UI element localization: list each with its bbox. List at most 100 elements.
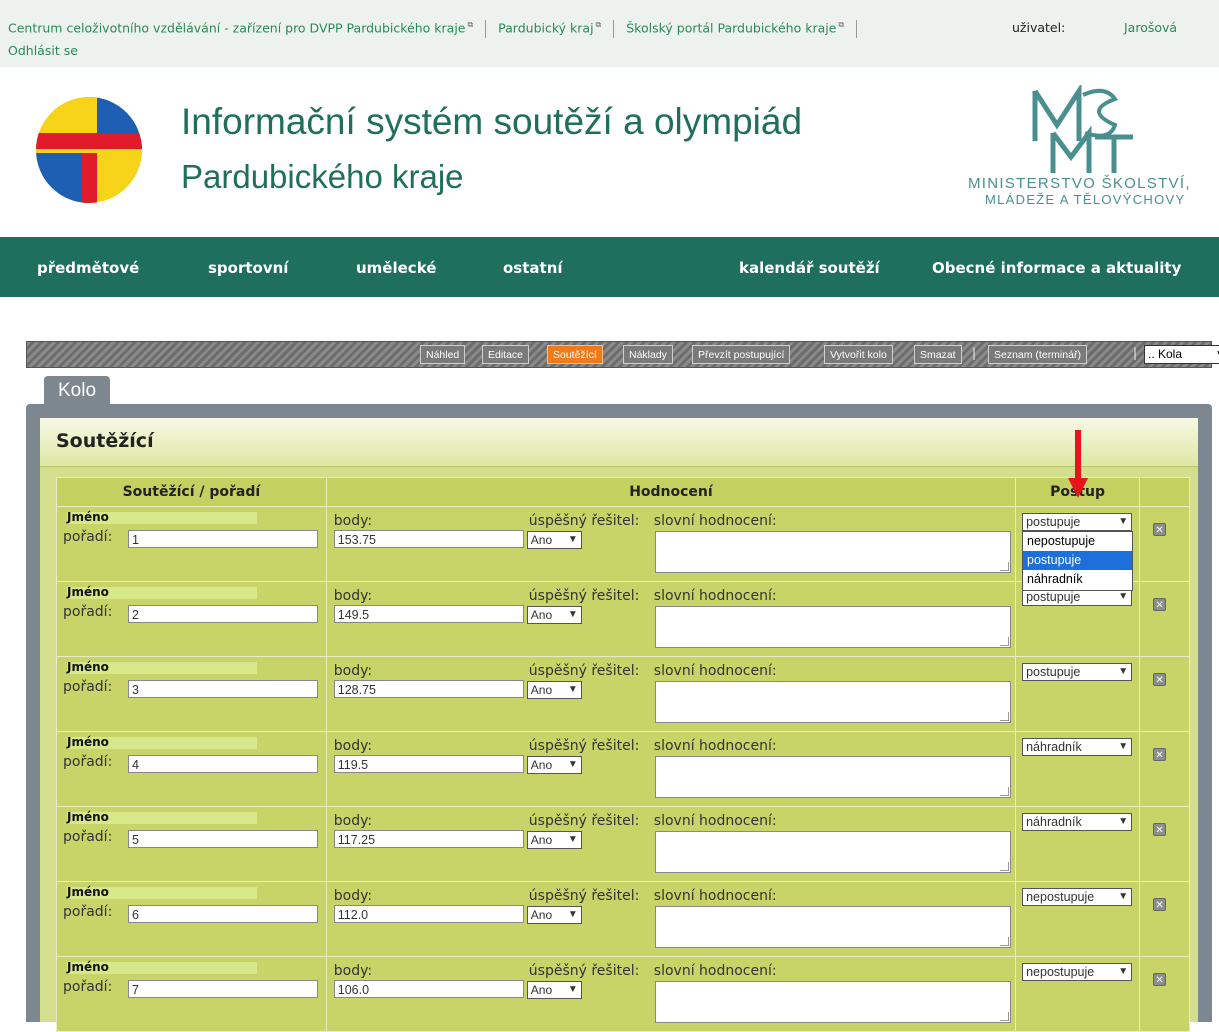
evaluation-cell: body: 106.0 úspěšný řešitel: Ano ▼ slovní… <box>325 956 1017 1032</box>
nav-item-ostatni[interactable]: ostatní <box>503 259 563 277</box>
rank-input[interactable]: 1 <box>128 530 318 548</box>
verbal-evaluation-textarea[interactable] <box>654 531 1011 573</box>
successful-solver-select[interactable]: Ano ▼ <box>526 681 582 699</box>
verbal-evaluation-textarea[interactable] <box>654 906 1011 948</box>
verbal-evaluation-label: slovní hodnocení: <box>653 738 777 754</box>
contestant-name: Jméno <box>67 960 109 974</box>
resize-grip-icon[interactable] <box>999 937 1009 946</box>
resize-grip-icon[interactable] <box>999 1012 1009 1021</box>
successful-solver-select[interactable]: Ano ▼ <box>526 756 582 774</box>
rank-input[interactable]: 5 <box>128 830 318 848</box>
advance-select[interactable]: nepostupuje ▼ <box>1022 888 1133 906</box>
link-skolsky-portal[interactable]: Školský portál Pardubického kraje <box>626 21 836 36</box>
toolbar-divider: | <box>1133 346 1138 360</box>
points-input[interactable]: 119.5 <box>333 755 524 773</box>
verbal-evaluation-textarea[interactable] <box>654 831 1011 873</box>
column-header-actions <box>1139 477 1190 507</box>
verbal-evaluation-textarea[interactable] <box>654 981 1011 1023</box>
resize-grip-icon[interactable] <box>999 787 1009 796</box>
successful-solver-select[interactable]: Ano ▼ <box>526 531 582 549</box>
rank-input[interactable]: 4 <box>128 755 318 773</box>
logout-link[interactable]: Odhlásit se <box>8 43 78 58</box>
chevron-down-icon: ▼ <box>1118 741 1129 752</box>
rank-label: pořadí: <box>63 754 113 770</box>
verbal-evaluation-textarea[interactable] <box>654 756 1011 798</box>
advance-select[interactable]: nepostupuje ▼ <box>1022 963 1133 981</box>
successful-solver-select[interactable]: Ano ▼ <box>526 981 582 999</box>
delete-row-icon[interactable]: ✕ <box>1153 523 1167 536</box>
dropdown-option-nepostupuje[interactable]: nepostupuje <box>1023 532 1132 551</box>
chevron-down-icon: ▼ <box>567 909 578 920</box>
rank-input[interactable]: 2 <box>128 605 318 623</box>
action-toolbar: Náhled Editace Soutěžící Náklady Převzít… <box>26 341 1219 368</box>
nav-item-kalendar[interactable]: kalendář soutěží <box>739 259 880 277</box>
resize-grip-icon[interactable] <box>999 562 1009 571</box>
rank-input[interactable]: 3 <box>128 680 318 698</box>
points-label: body: <box>333 663 373 679</box>
create-round-button[interactable]: Vytvořit kolo <box>824 345 893 364</box>
points-label: body: <box>333 588 373 604</box>
advance-select[interactable]: náhradník ▼ <box>1022 813 1133 831</box>
rank-input[interactable]: 7 <box>128 980 318 998</box>
resize-grip-icon[interactable] <box>999 637 1009 646</box>
delete-row-icon[interactable]: ✕ <box>1153 823 1167 836</box>
rounds-select[interactable]: .. Kola ▼ <box>1144 345 1219 364</box>
verbal-evaluation-label: slovní hodnocení: <box>653 588 777 604</box>
delete-row-icon[interactable]: ✕ <box>1153 898 1167 911</box>
points-input[interactable]: 153.75 <box>333 530 524 548</box>
successful-solver-select[interactable]: Ano ▼ <box>526 606 582 624</box>
verbal-evaluation-textarea[interactable] <box>654 681 1011 723</box>
delete-row-icon[interactable]: ✕ <box>1153 673 1167 686</box>
advance-select-value: nepostupuje <box>1026 890 1095 904</box>
rank-input[interactable]: 6 <box>128 905 318 923</box>
contestant-name: Jméno <box>67 810 109 824</box>
take-over-advancing-button[interactable]: Převzít postupující <box>692 345 791 364</box>
nav-item-umelecke[interactable]: umělecké <box>356 259 436 277</box>
tab-kolo[interactable]: Kolo <box>44 376 110 406</box>
points-input[interactable]: 128.75 <box>333 680 524 698</box>
actions-cell: ✕ <box>1139 656 1190 732</box>
delete-row-icon[interactable]: ✕ <box>1153 748 1167 761</box>
toolbar-divider: | <box>972 346 977 360</box>
points-input[interactable]: 149.5 <box>333 605 524 623</box>
successful-solver-select[interactable]: Ano ▼ <box>526 831 582 849</box>
verbal-evaluation-label: slovní hodnocení: <box>653 888 777 904</box>
rank-label: pořadí: <box>63 904 113 920</box>
resize-grip-icon[interactable] <box>999 862 1009 871</box>
advance-select[interactable]: postupuje ▼ <box>1022 513 1133 531</box>
divider <box>485 20 487 38</box>
edit-button[interactable]: Editace <box>482 345 530 364</box>
link-centrum[interactable]: Centrum celoživotního vzdělávání - zaříz… <box>8 21 465 36</box>
preview-button[interactable]: Náhled <box>420 345 466 364</box>
rank-label: pořadí: <box>63 604 113 620</box>
costs-button[interactable]: Náklady <box>623 345 673 364</box>
delete-button[interactable]: Smazat <box>914 345 962 364</box>
dropdown-option-nahradnik[interactable]: náhradník <box>1023 570 1132 589</box>
contestants-button[interactable]: Soutěžící <box>547 345 603 364</box>
resize-grip-icon[interactable] <box>999 712 1009 721</box>
user-name[interactable]: Jarošová <box>1124 20 1177 35</box>
delete-row-icon[interactable]: ✕ <box>1153 973 1167 986</box>
panel-title: Soutěžící <box>56 430 154 452</box>
nav-item-sportovni[interactable]: sportovní <box>208 259 288 277</box>
successful-solver-select[interactable]: Ano ▼ <box>526 906 582 924</box>
verbal-evaluation-textarea[interactable] <box>654 606 1011 648</box>
table-row: Jméno pořadí: 5 body: 117.25 úspěšný řeš… <box>56 806 1190 882</box>
advance-select[interactable]: postupuje ▼ <box>1022 663 1133 681</box>
nav-item-obecne-informace[interactable]: Obecné informace a aktuality <box>932 259 1181 277</box>
successful-solver-label: úspěšný řešitel: <box>528 888 640 904</box>
link-pardubicky-kraj[interactable]: Pardubický kraj <box>498 21 593 36</box>
dropdown-option-postupuje[interactable]: postupuje <box>1023 551 1132 570</box>
chevron-down-icon: ▼ <box>1215 346 1219 363</box>
actions-cell: ✕ <box>1139 581 1190 657</box>
advance-select[interactable]: náhradník ▼ <box>1022 738 1133 756</box>
delete-row-icon[interactable]: ✕ <box>1153 598 1167 611</box>
points-input[interactable]: 106.0 <box>333 980 524 998</box>
table-row: Jméno pořadí: 4 body: 119.5 úspěšný řeši… <box>56 731 1190 807</box>
points-input[interactable]: 117.25 <box>333 830 524 848</box>
nav-item-predmetove[interactable]: předmětové <box>37 259 139 277</box>
ministry-name-line1: MINISTERSTVO ŠKOLSTVÍ, <box>968 175 1191 192</box>
list-schedule-button[interactable]: Seznam (terminář) <box>988 345 1087 364</box>
chevron-down-icon: ▼ <box>567 684 578 695</box>
points-input[interactable]: 112.0 <box>333 905 524 923</box>
